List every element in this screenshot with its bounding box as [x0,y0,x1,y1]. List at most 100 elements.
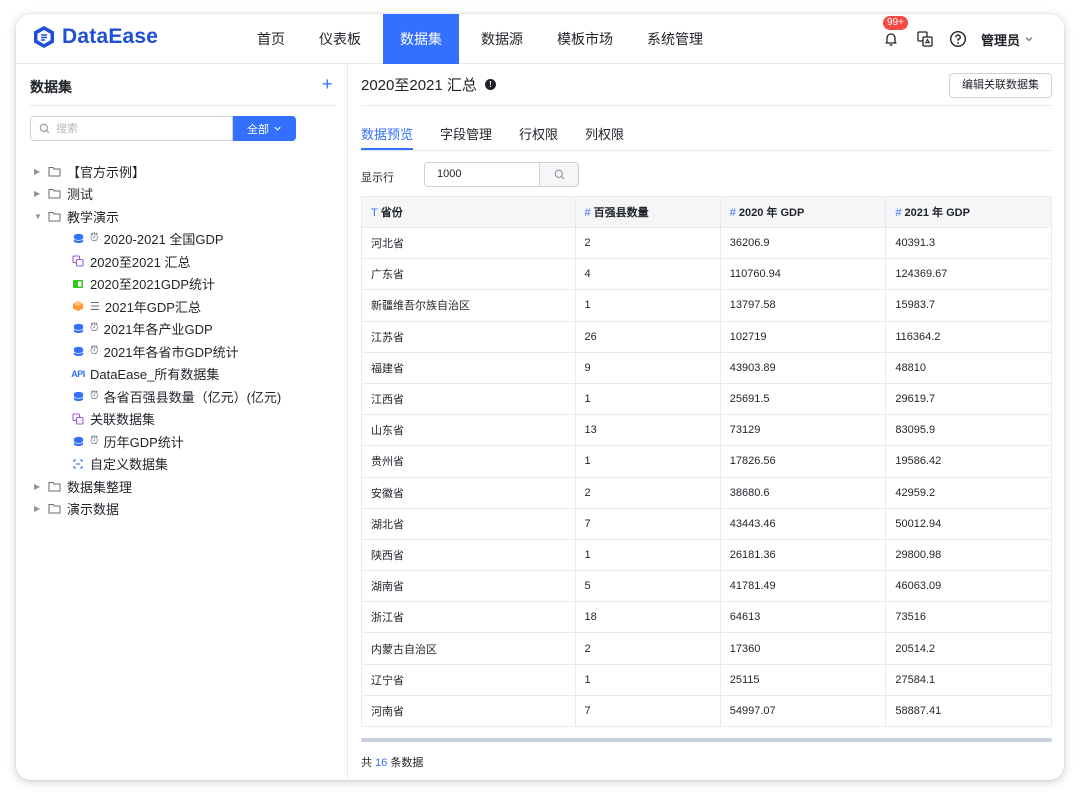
tree-dataset-item[interactable]: ⏰︎ 2020-2021 全国GDP [34,228,344,251]
edit-related-dataset-button[interactable]: 编辑关联数据集 [949,73,1052,98]
nav-item-3[interactable]: 数据源 [469,14,535,64]
table-cell: 43443.46 [720,508,887,540]
rows-input[interactable]: 1000 [424,162,540,187]
translate-icon[interactable] [915,29,935,49]
table-cell: 42959.2 [885,477,1052,509]
table-cell: 1 [575,445,721,478]
info-icon[interactable]: ! [484,79,496,90]
table-cell: 20514.2 [885,632,1052,665]
dataset-tree: ▶ 【官方示例】 ▶ 测试 ▼ 教学演示 ⏰︎ 2020-2021 全国GDP 2020至202… [34,160,344,520]
search-input[interactable] [56,122,216,135]
table-row: 陕西省 1 26181.36 29800.98 [361,539,1052,572]
caret-down-icon[interactable]: ▼ [34,212,48,221]
table-row: 河北省 2 36206.9 40391.3 [361,227,1052,260]
table-cell: 43903.89 [720,352,887,384]
table-cell: 2 [575,632,721,665]
table-cell: 25691.5 [720,383,887,416]
database-icon [72,233,84,245]
table-cell: 64613 [720,601,887,634]
nav-item-2[interactable]: 数据集 [383,14,459,64]
caret-right-icon[interactable]: ▶ [34,482,48,491]
tree-folder[interactable]: ▶ 数据集整理 [34,475,344,498]
table-cell: 25115 [720,664,887,696]
table-cell: 116364.2 [885,321,1052,353]
divider [361,105,1052,106]
table-cell: 浙江省 [361,601,576,634]
column-header[interactable]: # 百强县数量 [575,196,721,228]
nav-item-1[interactable]: 仪表板 [307,14,373,64]
tab-0[interactable]: 数据预览 [361,124,414,150]
tree-folder[interactable]: ▶ 测试 [34,183,344,206]
notification-button[interactable]: 99+ [881,16,908,49]
search-icon [39,123,50,134]
add-dataset-button[interactable]: + [322,74,333,95]
user-menu[interactable]: 管理员 [981,30,1034,49]
table-cell: 1 [575,383,721,416]
tree-label: 测试 [67,187,94,203]
tree-label: 数据集整理 [67,479,133,495]
tree-folder[interactable]: ▶ 【官方示例】 [34,160,344,183]
tree-dataset-item[interactable]: 自定义数据集 [34,453,344,476]
table-cell: 83095.9 [885,414,1052,447]
tree-dataset-item[interactable]: ⏰︎ 2021年各省市GDP统计 [34,340,344,363]
tab-2[interactable]: 行权限 [519,124,558,150]
tree-folder[interactable]: ▼ 教学演示 [34,205,344,228]
tree-dataset-item[interactable]: ☰ 2021年GDP汇总 [34,295,344,318]
rows-label: 显示行 [361,172,394,184]
total-number: 16 [375,757,388,769]
tree-dataset-item[interactable]: 2020至2021GDP统计 [34,273,344,296]
tree-dataset-item[interactable]: API DataEase_所有数据集 [34,363,344,386]
caret-right-icon[interactable]: ▶ [34,167,48,176]
tree-dataset-item[interactable]: ⏰︎ 历年GDP统计 [34,430,344,453]
tree-label: 【官方示例】 [67,164,146,180]
column-header[interactable]: #2021 年 GDP [885,196,1052,228]
tab-3[interactable]: 列权限 [585,124,624,150]
clock-icon: ⏰︎ [90,389,99,402]
table-cell: 38680.6 [720,477,887,509]
rows-search-button[interactable] [539,162,579,187]
tree-label: 关联数据集 [90,412,156,428]
folder-icon [48,189,61,199]
tree-label: 教学演示 [67,209,120,225]
table-cell: 湖南省 [361,570,576,603]
table-row: 江苏省 26 102719 116364.2 [361,321,1052,353]
table-row: 浙江省 18 64613 73516 [361,601,1052,634]
table-row: 湖南省 5 41781.49 46063.09 [361,570,1052,603]
filter-dropdown[interactable]: 全部 [233,116,296,141]
table-cell: 73516 [885,601,1052,634]
excel-icon [72,278,84,290]
nav-item-5[interactable]: 系统管理 [635,14,715,64]
tree-dataset-item[interactable]: ⏰︎ 2021年各产业GDP [34,318,344,341]
api-icon: API [71,368,85,379]
column-label: 2021 年 GDP [904,207,970,219]
column-label: 2020 年 GDP [738,207,805,219]
table-row: 山东省 13 73129 83095.9 [361,414,1052,447]
dataset-tabs: 数据预览 字段管理 行权限 列权限 [361,124,1052,151]
tab-1[interactable]: 字段管理 [440,124,492,150]
caret-right-icon[interactable]: ▶ [34,504,48,513]
database-icon [72,323,84,335]
column-header[interactable]: T 省份 [361,196,576,228]
sidebar-title: 数据集 [30,79,72,95]
tree-dataset-item[interactable]: 2020至2021 汇总 [34,250,344,273]
tree-dataset-item[interactable]: ⏰︎ 各省百强县数量（亿元）(亿元) [34,385,344,408]
table-cell: 河北省 [361,227,576,260]
table-cell: 安徽省 [361,477,576,509]
caret-right-icon[interactable]: ▶ [34,189,48,198]
table-row: 贵州省 1 17826.56 19586.42 [361,445,1052,478]
table-cell: 辽宁省 [361,664,576,696]
tree-dataset-item[interactable]: 关联数据集 [34,408,344,431]
nav-item-0[interactable]: 首页 [245,14,297,64]
nav-item-4[interactable]: 模板市场 [545,14,625,64]
table-cell: 内蒙古自治区 [361,632,576,665]
data-preview-table: T 省份 # 百强县数量 #2020 年 GDP #2021 年 GDP 河北省 2 3620… [361,196,1052,728]
main-nav: 首页 仪表板 数据集 数据源 模板市场 系统管理 [245,14,715,64]
column-header[interactable]: #2020 年 GDP [720,196,887,228]
horizontal-scrollbar[interactable] [361,738,1052,742]
tree-folder[interactable]: ▶ 演示数据 [34,498,344,521]
logo[interactable]: DataEase [32,25,158,49]
help-icon[interactable] [949,30,967,48]
search-box[interactable] [30,116,233,141]
